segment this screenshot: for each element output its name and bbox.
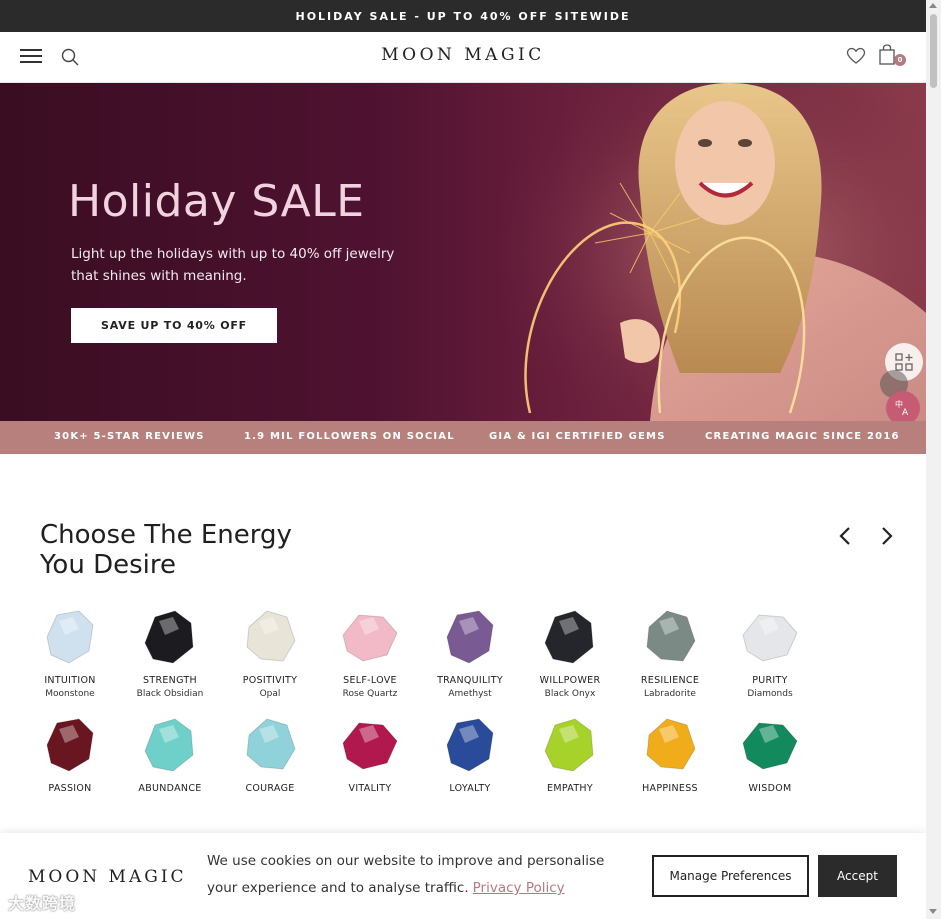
gem-energy-label: COURAGE	[245, 783, 295, 794]
gem-energy-label: WISDOM	[748, 783, 792, 794]
gem-energy-label: HAPPINESS	[642, 783, 698, 794]
gem-stone-icon	[144, 718, 194, 772]
gem-energy-label: INTUITION	[44, 675, 96, 686]
menu-icon[interactable]	[20, 49, 42, 63]
gem-energy-label: RESILIENCE	[640, 675, 700, 686]
scroll-down-arrow-icon[interactable]	[929, 909, 937, 914]
gem-energy-label: VITALITY	[348, 783, 392, 794]
cookie-message: We use cookies on our website to improve…	[207, 848, 627, 902]
privacy-policy-link[interactable]: Privacy Policy	[473, 880, 565, 896]
hero-model-image	[500, 83, 926, 421]
trust-followers: 1.9 MIL FOLLOWERS ON SOCIAL	[244, 431, 455, 442]
energy-section-title: Choose The Energy You Desire	[40, 520, 292, 580]
gem-card-strength[interactable]: STRENGTH Black Obsidian	[120, 607, 220, 699]
manage-preferences-button[interactable]: Manage Preferences	[652, 855, 809, 897]
carousel-prev-arrow-icon[interactable]	[834, 524, 858, 548]
gem-stone-icon	[46, 718, 94, 772]
shopping-bag-icon[interactable]: 0	[878, 44, 906, 70]
gem-card-willpower[interactable]: WILLPOWER Black Onyx	[520, 607, 620, 699]
gem-energy-label: POSITIVITY	[242, 675, 298, 686]
gem-stone-icon	[446, 610, 494, 664]
language-icon[interactable]: 中 A	[886, 391, 920, 421]
cookie-logo: MOON MAGIC	[28, 867, 187, 887]
gem-stone-icon	[742, 614, 798, 662]
gem-energy-label: TRANQUILITY	[437, 675, 503, 686]
gem-energy-label: WILLPOWER	[539, 675, 601, 686]
gem-card-courage[interactable]: COURAGE	[220, 715, 320, 794]
hero-title: Holiday SALE	[68, 176, 365, 227]
gem-card-empathy[interactable]: EMPATHY	[520, 715, 620, 794]
gem-stone-label: Moonstone	[45, 689, 95, 699]
gem-energy-label: PASSION	[48, 783, 92, 794]
gem-energy-label: EMPATHY	[547, 783, 593, 794]
gem-card-positivity[interactable]: POSITIVITY Opal	[220, 607, 320, 699]
gem-card-vitality[interactable]: VITALITY	[320, 715, 420, 794]
announcement-bar: HOLIDAY SALE - UP TO 40% OFF SITEWIDE	[0, 0, 926, 32]
gem-energy-label: ABUNDANCE	[138, 783, 202, 794]
gem-card-wisdom[interactable]: WISDOM	[720, 715, 820, 794]
hero-text: Light up the holidays with up to 40% off…	[71, 246, 395, 284]
gem-stone-label: Black Onyx	[544, 689, 596, 699]
gem-stone-icon	[342, 614, 398, 662]
gem-stone-icon	[342, 722, 398, 770]
gem-card-resilience[interactable]: RESILIENCE Labradorite	[620, 607, 720, 699]
gem-stone-icon	[246, 718, 296, 770]
gem-energy-label: PURITY	[752, 675, 788, 686]
scroll-up-arrow-icon[interactable]	[929, 3, 937, 8]
gem-stone-icon	[742, 722, 798, 770]
site-logo[interactable]: MOON MAGIC	[0, 45, 926, 65]
gem-stone-icon	[544, 610, 594, 664]
trust-since: CREATING MAGIC SINCE 2016	[705, 431, 900, 442]
search-icon[interactable]	[60, 47, 80, 67]
gem-stone-icon	[646, 610, 696, 662]
gem-card-intuition[interactable]: INTUITION Moonstone	[20, 607, 120, 699]
heart-icon[interactable]	[846, 46, 866, 66]
gem-card-self-love[interactable]: SELF-LOVE Rose Quartz	[320, 607, 420, 699]
trust-bar: 30K+ 5-STAR REVIEWS 1.9 MIL FOLLOWERS ON…	[0, 421, 926, 454]
gem-stone-label: Labradorite	[644, 689, 696, 699]
gem-energy-label: LOYALTY	[449, 783, 491, 794]
gem-stone-label: Black Obsidian	[136, 689, 204, 699]
accept-cookies-button[interactable]: Accept	[818, 855, 897, 897]
hero-cta-button[interactable]: SAVE UP TO 40% OFF	[71, 308, 277, 343]
gem-card-loyalty[interactable]: LOYALTY	[420, 715, 520, 794]
gem-stone-icon	[144, 610, 194, 664]
gem-energy-label: SELF-LOVE	[343, 675, 397, 686]
gem-stone-label: Opal	[259, 689, 281, 699]
gem-stone-icon	[246, 610, 296, 662]
hero-banner[interactable]: Holiday SALE Light up the holidays with …	[0, 83, 926, 421]
gem-stone-label: Rose Quartz	[342, 689, 398, 699]
carousel-next-arrow-icon[interactable]	[874, 524, 898, 548]
site-header: MOON MAGIC 0	[0, 32, 926, 83]
gem-card-purity[interactable]: PURITY Diamonds	[720, 607, 820, 699]
trust-certified: GIA & IGI CERTIFIED GEMS	[489, 431, 666, 442]
scrollbar-track[interactable]	[926, 0, 941, 919]
gem-card-tranquility[interactable]: TRANQUILITY Amethyst	[420, 607, 520, 699]
gem-card-passion[interactable]: PASSION	[20, 715, 120, 794]
cart-count-badge: 0	[894, 54, 906, 66]
gem-stone-label: Diamonds	[747, 689, 793, 699]
watermark-logo: 大数跨境	[8, 894, 77, 913]
gem-stone-icon	[544, 718, 594, 772]
gem-stone-icon	[646, 718, 696, 770]
gem-stone-icon	[46, 610, 94, 664]
scrollbar-thumb[interactable]	[930, 14, 937, 88]
gem-stone-label: Amethyst	[448, 689, 492, 699]
cookie-banner: MOON MAGIC We use cookies on our website…	[0, 833, 926, 919]
gem-energy-label: STRENGTH	[143, 675, 197, 686]
gem-card-abundance[interactable]: ABUNDANCE	[120, 715, 220, 794]
gem-card-happiness[interactable]: HAPPINESS	[620, 715, 720, 794]
svg-text:A: A	[902, 408, 909, 418]
gem-stone-icon	[446, 718, 494, 772]
trust-reviews: 30K+ 5-STAR REVIEWS	[54, 431, 205, 442]
